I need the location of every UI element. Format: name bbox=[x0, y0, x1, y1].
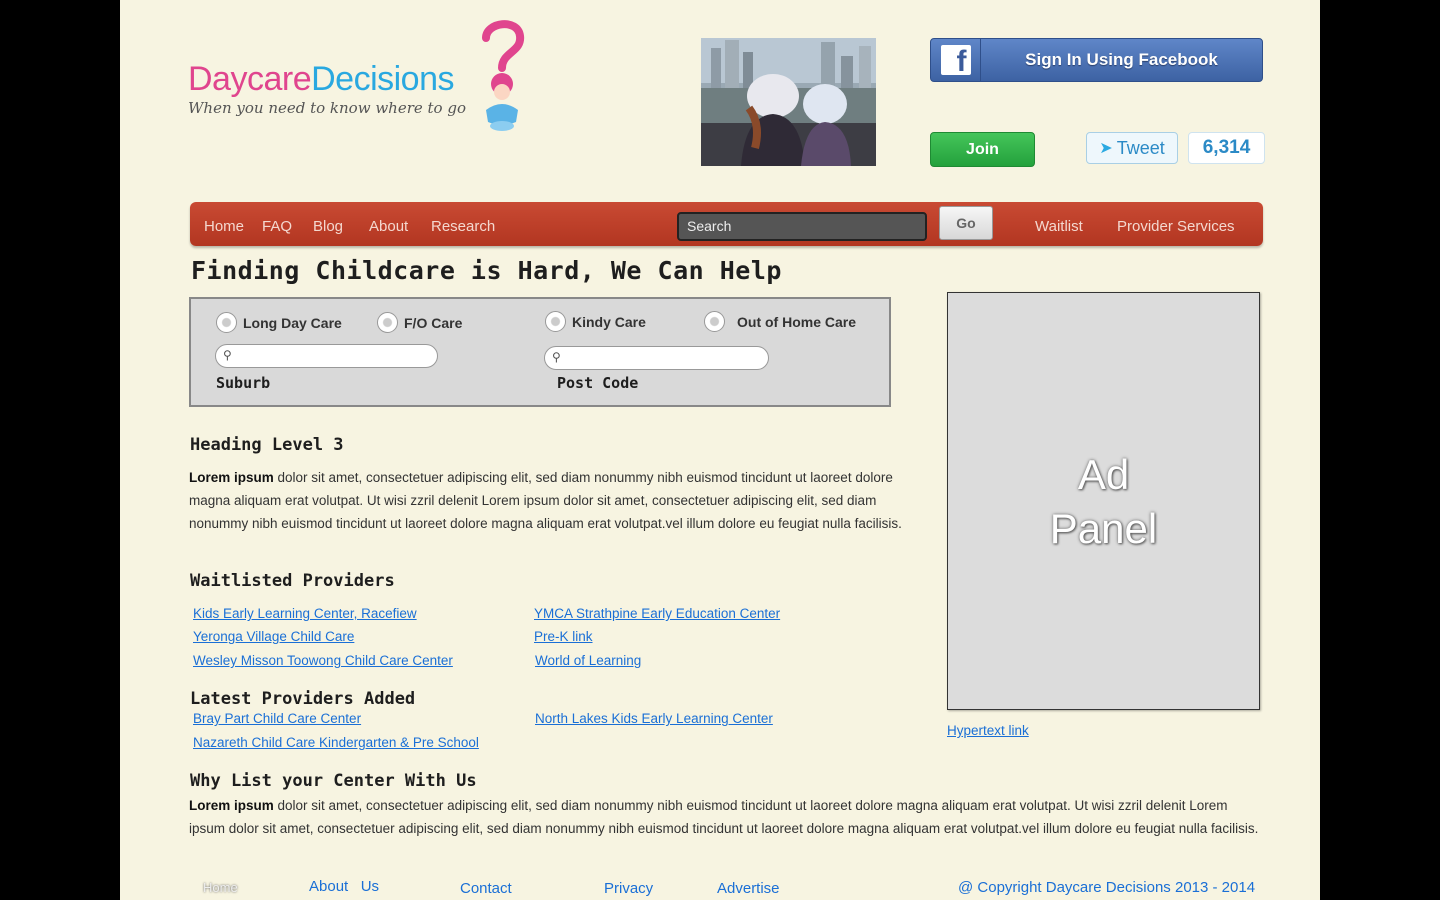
radio-kindy-care[interactable]: Kindy Care bbox=[545, 311, 646, 332]
ad-text-line: Panel bbox=[1049, 505, 1158, 552]
radio-long-day-care[interactable]: Long Day Care bbox=[216, 312, 342, 333]
radio-button[interactable] bbox=[216, 312, 237, 333]
tweet-count: 6,314 bbox=[1188, 132, 1265, 164]
nav-item-blog[interactable]: Blog bbox=[313, 218, 343, 235]
footer-about-link[interactable]: About Us bbox=[309, 878, 379, 895]
nav-item-faq[interactable]: FAQ bbox=[262, 218, 292, 235]
hero-photo bbox=[701, 38, 876, 166]
page: DaycareDecisions When you need to know w… bbox=[120, 0, 1320, 900]
radio-out-of-home-care[interactable]: Out of Home Care bbox=[704, 311, 856, 332]
radio-label: Long Day Care bbox=[243, 314, 342, 331]
care-search-panel: Long Day Care F/O Care Kindy Care Out of… bbox=[189, 297, 891, 407]
join-button[interactable]: Join bbox=[930, 132, 1035, 167]
radio-button[interactable] bbox=[704, 311, 725, 332]
logo-wordmark: DaycareDecisions bbox=[188, 60, 454, 99]
paragraph-lead: Lorem ipsum bbox=[189, 470, 274, 485]
logo-tagline: When you need to know where to go bbox=[188, 99, 466, 117]
footer-privacy-link[interactable]: Privacy bbox=[604, 880, 653, 897]
section-heading: Heading Level 3 bbox=[190, 435, 344, 455]
suburb-input[interactable]: ⚲ bbox=[215, 344, 438, 368]
nav-item-home[interactable]: Home bbox=[204, 218, 244, 235]
provider-link[interactable]: World of Learning bbox=[535, 653, 641, 668]
logo-word-daycare: Daycare bbox=[188, 60, 312, 98]
footer-copyright: @ Copyright Daycare Decisions 2013 - 201… bbox=[958, 879, 1256, 896]
nav-item-about[interactable]: About bbox=[369, 218, 408, 235]
provider-link[interactable]: Pre-K link bbox=[534, 629, 593, 644]
nav-item-provider-services[interactable]: Provider Services bbox=[1117, 218, 1235, 235]
nav-go-button[interactable]: Go bbox=[939, 206, 993, 240]
ad-text-line: Ad bbox=[1077, 451, 1130, 498]
radio-label: Out of Home Care bbox=[737, 313, 857, 330]
footer-home-link[interactable]: Home bbox=[203, 880, 238, 895]
provider-link[interactable]: North Lakes Kids Early Learning Center bbox=[535, 711, 773, 726]
radio-button[interactable] bbox=[377, 312, 398, 333]
provider-link[interactable]: YMCA Strathpine Early Education Center bbox=[534, 606, 780, 621]
nav-item-research[interactable]: Research bbox=[431, 218, 495, 235]
twitter-bird-icon: ➤ bbox=[1099, 140, 1113, 157]
site-logo[interactable]: DaycareDecisions When you need to know w… bbox=[186, 18, 531, 140]
provider-link[interactable]: Nazareth Child Care Kindergarten & Pre S… bbox=[193, 735, 479, 750]
search-icon: ⚲ bbox=[223, 348, 232, 362]
tweet-label: Tweet bbox=[1116, 137, 1165, 158]
postcode-label: Post Code bbox=[557, 374, 639, 392]
facebook-icon: f bbox=[931, 39, 981, 81]
logo-word-decisions: Decisions bbox=[311, 60, 454, 98]
latest-heading: Latest Providers Added bbox=[190, 689, 416, 709]
paragraph-text: dolor sit amet, consectetuer adipiscing … bbox=[189, 470, 902, 531]
paragraph-lead: Lorem ipsum bbox=[189, 798, 274, 813]
ad-panel[interactable]: Ad Panel bbox=[947, 292, 1260, 710]
facebook-signin-label: Sign In Using Facebook bbox=[1025, 50, 1218, 69]
radio-button[interactable] bbox=[545, 311, 566, 332]
radio-label: Kindy Care bbox=[572, 313, 646, 330]
provider-link[interactable]: Yeronga Village Child Care bbox=[193, 629, 354, 644]
footer-contact-link[interactable]: Contact bbox=[460, 880, 512, 897]
suburb-label: Suburb bbox=[216, 374, 271, 392]
sidebar-hypertext-link[interactable]: Hypertext link bbox=[947, 723, 1029, 738]
question-mark-child-icon bbox=[482, 20, 525, 131]
why-list-heading: Why List your Center With Us bbox=[190, 771, 477, 791]
ad-panel-text: Ad Panel bbox=[948, 448, 1259, 556]
radio-label: F/O Care bbox=[404, 314, 463, 331]
search-icon: ⚲ bbox=[552, 350, 561, 364]
why-list-paragraph: Lorem ipsum dolor sit amet, consectetuer… bbox=[189, 794, 1259, 840]
main-nav: Home FAQ Blog About Research Search Go W… bbox=[190, 202, 1263, 246]
facebook-signin-button[interactable]: f Sign In Using Facebook bbox=[930, 38, 1263, 82]
provider-link[interactable]: Kids Early Learning Center, Racefiew bbox=[193, 606, 417, 621]
tweet-button[interactable]: ➤ Tweet bbox=[1086, 132, 1178, 164]
provider-link[interactable]: Bray Part Child Care Center bbox=[193, 711, 361, 726]
page-title: Finding Childcare is Hard, We Can Help bbox=[191, 256, 782, 285]
section-paragraph: Lorem ipsum dolor sit amet, consectetuer… bbox=[189, 466, 904, 535]
paragraph-text: dolor sit amet, consectetuer adipiscing … bbox=[189, 798, 1259, 836]
nav-search-input[interactable]: Search bbox=[677, 212, 927, 241]
waitlisted-heading: Waitlisted Providers bbox=[190, 571, 395, 591]
radio-fo-care[interactable]: F/O Care bbox=[377, 312, 462, 333]
postcode-input[interactable]: ⚲ bbox=[544, 346, 769, 370]
footer-advertise-link[interactable]: Advertise bbox=[717, 880, 780, 897]
nav-item-waitlist[interactable]: Waitlist bbox=[1035, 218, 1083, 235]
provider-link[interactable]: Wesley Misson Toowong Child Care Center bbox=[193, 653, 453, 668]
